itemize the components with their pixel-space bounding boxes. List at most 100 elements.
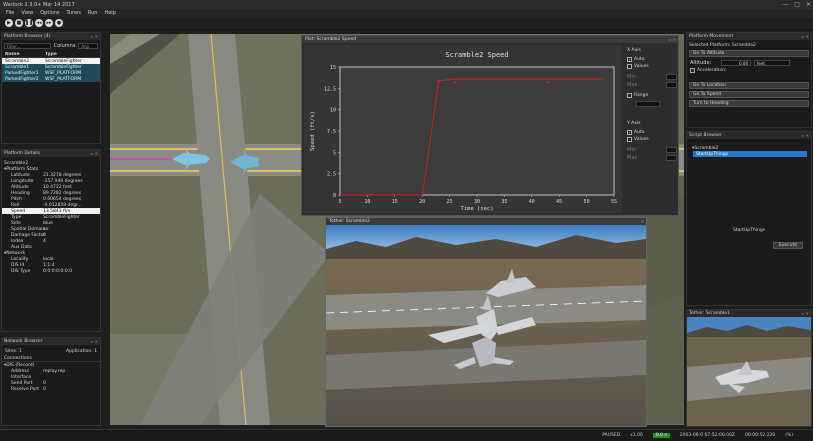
script-tree-item[interactable]: StartUpThings (693, 151, 807, 157)
platform-movement-panel: Platform Movement ▫ ✕ Selected Platform: … (686, 32, 812, 128)
step-icon[interactable]: ◂◂ (35, 19, 43, 27)
tether-main-view[interactable] (325, 225, 647, 426)
application-count: Application: 1 (66, 349, 97, 354)
x-axis-title: Time (sec) (460, 206, 493, 212)
platform-stats-list: Latitude 21.3278 degrees Longitude -157.946… (2, 172, 100, 250)
data-point (547, 81, 550, 84)
toolbar: ▶ ■ ❚❚ ◂◂ ▸▸ ● (0, 17, 813, 30)
connections-list: Address replay.rep Interface Send Port 0 Rece… (2, 368, 100, 392)
percent-readout: (%) (785, 433, 793, 438)
selected-platform-label: Selected Platform: Scramble2 (689, 42, 756, 48)
turn-to-heading-button[interactable]: Turn to Heading (689, 100, 809, 107)
y-tick-label: 0 (333, 193, 336, 199)
y-axis-label: Y Axis (627, 121, 641, 126)
y-tick-label: 15 (330, 65, 336, 71)
platform-details-panel: Platform Details ▫ ✕ Scramble2 ▾ Platform… (1, 149, 101, 332)
y-tick-label: 7.5 (327, 129, 336, 135)
script-browser-header: Script Browser ▫ ✕ (687, 132, 811, 139)
menu-file[interactable]: File (6, 10, 14, 16)
network-browser-header: Network Browser ▫ ✕ (2, 338, 100, 345)
platform-browser-header: Platform Browser (4) ▫ ✕ (2, 33, 100, 40)
close-icon[interactable]: ✕ (806, 1, 811, 8)
menu-help[interactable]: Help (104, 10, 115, 16)
execute-button[interactable]: Execute (773, 242, 803, 249)
sim-rate[interactable]: x1.00 (630, 433, 643, 438)
go-to-altitude-button[interactable]: Go To Altitude (689, 50, 809, 57)
elapsed-time: 00:00:52.220 (744, 433, 776, 438)
x-tick-label: 35 (501, 199, 507, 205)
x-tick-label: 55 (611, 199, 617, 205)
chart-title: Scramble2 Speed (445, 51, 508, 59)
go-to-location-button[interactable]: Go To Location (689, 82, 809, 89)
sim-datetime: 2003-06-0 07:52:00.00Z (679, 433, 735, 438)
plot-window-header: Plot: Scramble2 Speed ▫ ✕ (302, 36, 678, 43)
x-tick-label: 5 (338, 199, 341, 205)
x-values-checkbox[interactable]: Values (627, 63, 677, 70)
record-icon[interactable]: ▸▸ (45, 19, 53, 27)
menu-options[interactable]: Options (40, 10, 59, 16)
y-auto-checkbox[interactable]: ✓ Auto (627, 129, 677, 136)
x-range-checkbox[interactable]: Range (627, 92, 677, 99)
axis-controls: X Axis ✓ Auto Values Min Max Range Y Axis… (627, 48, 677, 161)
altitude-input[interactable]: 0.00 (721, 60, 751, 66)
columns-select[interactable]: Any (78, 43, 98, 49)
x-min-input[interactable] (666, 74, 677, 80)
selected-script-name: StartUpThings (732, 228, 766, 233)
x-auto-checkbox[interactable]: ✓ Auto (627, 56, 677, 63)
x-tick-label: 30 (474, 199, 480, 205)
pause-icon[interactable]: ❚❚ (25, 19, 33, 27)
list-item[interactable]: Receive Port 0 (2, 386, 100, 392)
table-row[interactable]: ParkedFighter2 WSF_PLATFORM (2, 76, 100, 82)
title-bar: Warlock 2.3.0+ Mar 14 2017 — □ ✕ (0, 0, 813, 9)
y-min-input[interactable] (666, 147, 677, 153)
tether-main-header: Tether: Scramble2 ✕ (326, 218, 646, 225)
platform-movement-header: Platform Movement ▫ ✕ (687, 33, 811, 40)
data-point (453, 81, 457, 84)
tether-side-panel: Tether: Scramble1 ▫ ✕ (686, 309, 812, 427)
list-item[interactable]: DIS Type 0:0:0:0:0:0:0 (2, 268, 100, 274)
x-axis-label: X Axis (627, 48, 641, 53)
window-controls: — □ ✕ (782, 1, 811, 8)
maximize-icon[interactable]: □ (794, 1, 800, 8)
x-tick-label: 10 (364, 199, 370, 205)
x-tick-label: 45 (556, 199, 562, 205)
menu-run[interactable]: Run (88, 10, 98, 16)
altitude-unit-select[interactable]: feet (754, 60, 790, 66)
x-range-input[interactable] (636, 101, 660, 107)
y-tick-label: 12.5 (324, 86, 336, 92)
x-max-input[interactable] (666, 82, 677, 88)
network-details-list: Locality local DIS Id 1:1:4 DIS Type 0:0:0:0:… (2, 256, 100, 274)
acceleration-checkbox[interactable]: Acceleration: (687, 67, 811, 74)
y-tick-label: 5 (333, 150, 336, 156)
run-state: PAUSED (602, 433, 621, 438)
play-icon[interactable]: ▶ (5, 19, 13, 27)
y-values-checkbox[interactable]: Values (627, 136, 677, 143)
menu-tunes[interactable]: Tunes (67, 10, 81, 16)
plot-window: Plot: Scramble2 Speed ▫ ✕ Scramble2 Speed… (301, 35, 679, 216)
platform-filter-input[interactable]: Filter... (4, 43, 51, 49)
go-to-speed-button[interactable]: Go To Speed (689, 91, 809, 98)
menu-bar: File View Options Tunes Run Help (0, 9, 813, 17)
x-tick-label: 40 (529, 199, 535, 205)
sites-count: Sites: 1 (5, 349, 22, 354)
plot-frame (339, 66, 615, 196)
data-point (437, 79, 440, 82)
y-max-input[interactable] (666, 155, 677, 161)
tether-side-view[interactable] (687, 317, 811, 426)
app-window: Warlock 2.3.0+ Mar 14 2017 — □ ✕ File Vi… (0, 0, 813, 441)
x-tick-label: 25 (447, 199, 453, 205)
menu-view[interactable]: View (21, 10, 33, 16)
y-tick-label: 2.5 (327, 172, 336, 178)
stop-icon[interactable]: ■ (15, 19, 23, 27)
platform-details-header: Platform Details ▫ ✕ (2, 150, 100, 157)
y-tick-label: 10 (330, 108, 336, 114)
sim-clock: 0.0 s (652, 433, 670, 438)
status-bar: PAUSED x1.00 0.0 s 2003-06-0 07:52:00.00… (0, 429, 813, 441)
x-tick-label: 20 (419, 199, 425, 205)
x-tick-label: 50 (584, 199, 590, 205)
snapshot-icon[interactable]: ● (55, 19, 63, 27)
minimize-icon[interactable]: — (782, 1, 788, 8)
network-browser-panel: Network Browser ▫ ✕ Sites: 1 Application:… (1, 337, 101, 426)
plot-area: Scramble2 Speed 5 10 15 20 25 30 35 40 45 50 55 0 2.5… (304, 45, 622, 213)
script-browser-panel: Script Browser ▫ ✕ ▾ Scramble2 StartUpThi… (686, 131, 812, 306)
